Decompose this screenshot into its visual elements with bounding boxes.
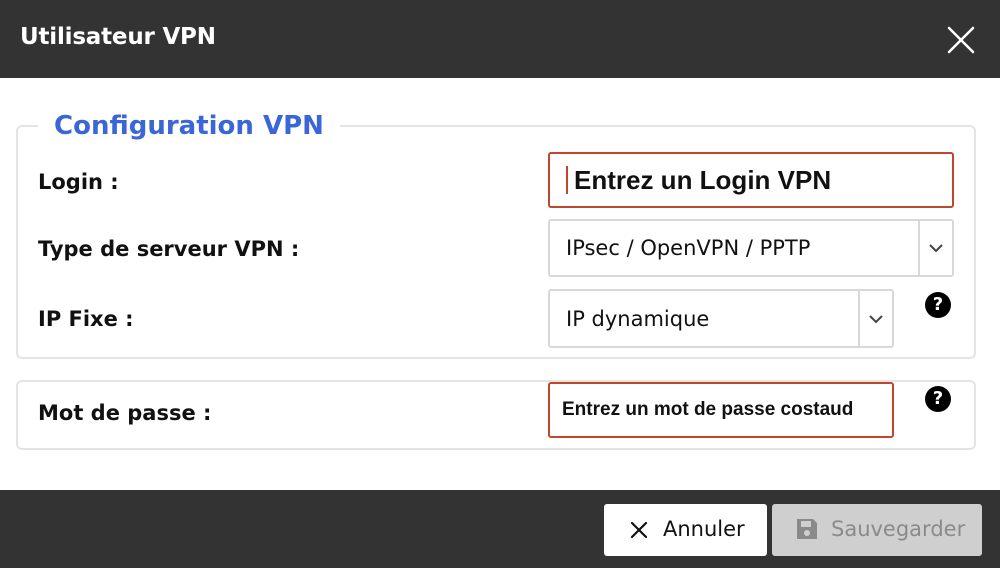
dialog-header: Utilisateur VPN — [0, 0, 1000, 78]
login-input[interactable]: Entrez un Login VPN — [548, 152, 954, 208]
ip-fixe-select[interactable]: IP dynamique — [548, 289, 894, 348]
password-input[interactable]: Entrez un mot de passe costaud — [548, 382, 894, 438]
ip-fixe-help-icon[interactable]: ? — [925, 292, 951, 318]
cancel-label: Annuler — [663, 517, 745, 541]
server-type-value: IPsec / OpenVPN / PPTP — [566, 236, 811, 260]
dialog-title: Utilisateur VPN — [20, 24, 216, 50]
login-label: Login : — [38, 170, 119, 194]
login-placeholder: Entrez un Login VPN — [574, 165, 832, 195]
password-placeholder: Entrez un mot de passe costaud — [562, 399, 854, 420]
save-button[interactable]: Sauvegarder — [772, 504, 982, 556]
close-icon — [630, 521, 648, 539]
chevron-down-icon — [869, 314, 883, 323]
save-label: Sauvegarder — [831, 517, 966, 541]
ip-fixe-label: IP Fixe : — [38, 307, 134, 331]
close-button[interactable] — [940, 20, 982, 60]
server-type-label: Type de serveur VPN : — [38, 237, 300, 261]
ip-fixe-value: IP dynamique — [566, 306, 710, 331]
password-help-icon[interactable]: ? — [925, 386, 951, 412]
chevron-down-icon — [929, 244, 943, 253]
password-label: Mot de passe : — [38, 401, 212, 425]
floppy-disk-icon — [797, 519, 817, 539]
ip-fixe-dropdown-toggle[interactable] — [858, 291, 892, 346]
server-type-select[interactable]: IPsec / OpenVPN / PPTP — [548, 219, 954, 277]
vpn-config-legend: Configuration VPN — [38, 108, 340, 144]
close-icon — [947, 26, 975, 54]
server-type-dropdown-toggle[interactable] — [918, 221, 952, 275]
cancel-button[interactable]: Annuler — [604, 504, 767, 556]
text-caret — [566, 166, 568, 194]
